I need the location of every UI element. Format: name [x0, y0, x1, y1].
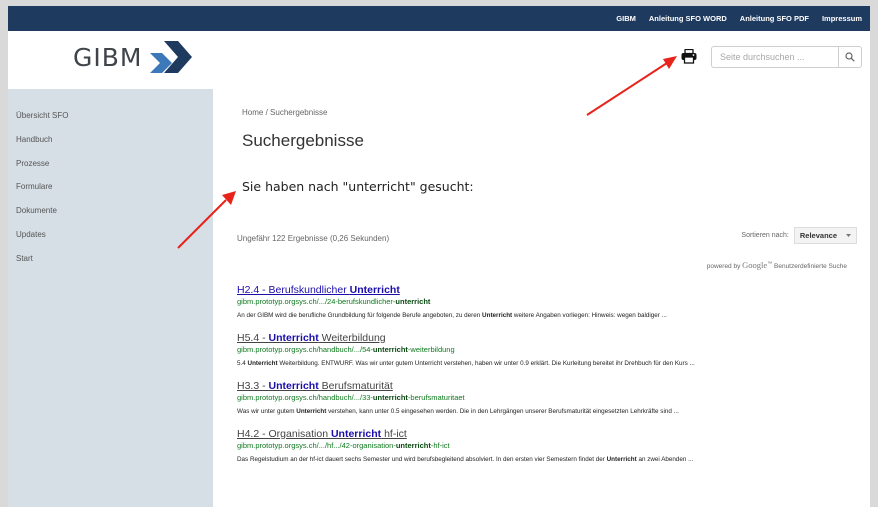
result-title-keyword: Unterricht	[330, 428, 382, 440]
results-list: H2.4 - Berufskundlicher Unterricht gibm.…	[237, 284, 857, 476]
result-snippet: An der GIBM wird die berufliche Grundbil…	[237, 312, 667, 319]
search-button[interactable]	[838, 46, 862, 68]
result-title-link[interactable]: H4.2 - Organisation Unterricht hf-ict	[237, 428, 857, 440]
site-search	[711, 46, 862, 68]
logo-arrow-icon	[150, 41, 193, 73]
result-url: gibm.prototyp.orgsys.ch/.../hf.../42-org…	[237, 441, 450, 450]
result-title-keyword: Unterricht	[268, 332, 319, 344]
result-title-link[interactable]: H3.3 - Unterricht Berufsmaturität	[237, 380, 857, 392]
sidebar: Übersicht SFO Handbuch Prozesse Formular…	[8, 89, 213, 507]
browser-page: GIBM Anleitung SFO WORD Anleitung SFO PD…	[8, 6, 870, 507]
search-icon	[845, 52, 855, 62]
sort-control: Sortieren nach: Relevance	[741, 227, 857, 244]
sort-label: Sortieren nach:	[741, 232, 789, 239]
logo-text: GIBM	[73, 42, 143, 72]
search-result: H5.4 - Unterricht Weiterbildung gibm.pro…	[237, 332, 857, 367]
breadcrumb: Home / Suchergebnisse	[242, 108, 327, 117]
page-title: Suchergebnisse	[242, 131, 364, 150]
search-heading: Sie haben nach "unterricht" gesucht:	[242, 179, 474, 194]
search-input[interactable]	[711, 46, 838, 68]
search-result: H2.4 - Berufskundlicher Unterricht gibm.…	[237, 284, 857, 319]
result-title-link[interactable]: H5.4 - Unterricht Weiterbildung	[237, 332, 857, 344]
site-header: GIBM	[8, 31, 870, 89]
result-snippet: 5.4 Unterricht Weiterbildung. ENTWURF. W…	[237, 360, 695, 367]
result-title-text-end: Weiterbildung	[318, 332, 386, 344]
sidebar-item-handbuch[interactable]: Handbuch	[8, 135, 213, 144]
sort-value: Relevance	[799, 231, 837, 240]
sidebar-item-uebersicht[interactable]: Übersicht SFO	[8, 111, 213, 120]
result-title-keyword: Unterricht	[268, 380, 319, 392]
annotation-arrow-icon	[177, 191, 236, 249]
search-result: H4.2 - Organisation Unterricht hf-ict gi…	[237, 428, 857, 463]
google-logo: Google	[742, 260, 768, 270]
result-snippet: Das Regelstudium an der hf-ict dauert se…	[237, 456, 694, 463]
powered-suffix: Benutzerdefinierte Suche	[774, 263, 847, 270]
topnav-link-anleitung-word[interactable]: Anleitung SFO WORD	[649, 14, 727, 23]
result-url: gibm.prototyp.orgsys.ch/.../24-berufskun…	[237, 297, 431, 306]
annotation-arrow-icon	[586, 56, 677, 116]
result-title-text: H2.4 - Berufskundlicher	[237, 284, 350, 296]
sidebar-item-prozesse[interactable]: Prozesse	[8, 159, 213, 168]
result-title-keyword: Unterricht	[349, 284, 400, 296]
print-icon[interactable]	[681, 48, 697, 69]
chevron-down-icon	[846, 233, 851, 237]
result-title-text-end: Berufsmaturität	[318, 380, 393, 392]
top-navigation: GIBM Anleitung SFO WORD Anleitung SFO PD…	[8, 6, 870, 31]
breadcrumb-current: Suchergebnisse	[270, 108, 328, 117]
topnav-link-anleitung-pdf[interactable]: Anleitung SFO PDF	[740, 14, 809, 23]
sort-dropdown[interactable]: Relevance	[793, 227, 857, 244]
topnav-link-impressum[interactable]: Impressum	[822, 14, 862, 23]
search-result: H3.3 - Unterricht Berufsmaturität gibm.p…	[237, 380, 857, 415]
powered-prefix: powered by	[706, 263, 741, 270]
result-title-text-end: hf-ict	[381, 428, 407, 440]
topnav-link-gibm[interactable]: GIBM	[616, 14, 636, 23]
result-url: gibm.prototyp.orgsys.ch/handbuch/.../33-…	[237, 393, 465, 402]
main-content: Home / Suchergebnisse Suchergebnisse Sie…	[213, 89, 870, 507]
result-title-text: H5.4 -	[237, 332, 269, 344]
result-title-text: H4.2 - Organisation	[237, 428, 331, 440]
powered-by: powered by Google™ Benutzerdefinierte Su…	[706, 260, 847, 270]
result-url: gibm.prototyp.orgsys.ch/handbuch/.../54-…	[237, 345, 455, 354]
breadcrumb-separator: /	[265, 108, 268, 117]
breadcrumb-home[interactable]: Home	[242, 108, 263, 117]
result-count: Ungefähr 122 Ergebnisse (0,26 Sekunden)	[237, 234, 390, 243]
site-logo[interactable]: GIBM	[73, 41, 193, 73]
result-title-text: H3.3 -	[237, 380, 269, 392]
result-title-link[interactable]: H2.4 - Berufskundlicher Unterricht	[237, 284, 857, 296]
result-snippet: Was wir unter gutem Unterricht verstehen…	[237, 408, 679, 415]
